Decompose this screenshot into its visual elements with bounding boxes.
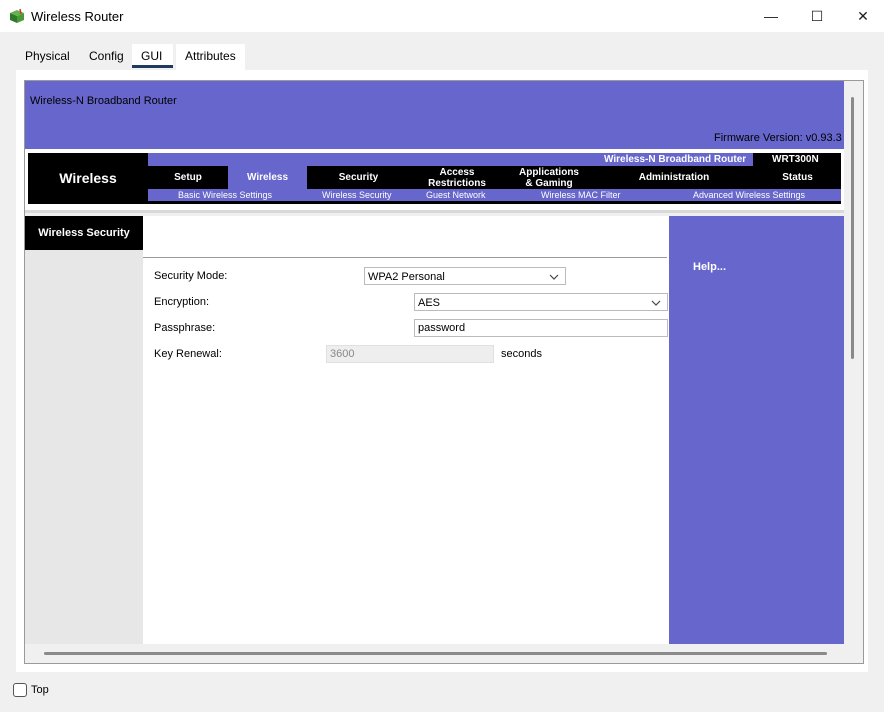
horizontal-scrollbar[interactable] xyxy=(44,652,827,655)
help-link[interactable]: Help... xyxy=(693,261,726,273)
subnav-basic-wireless-settings[interactable]: Basic Wireless Settings xyxy=(178,189,272,201)
subnav-guest-network[interactable]: Guest Network xyxy=(426,189,486,201)
key-renewal-unit: seconds xyxy=(501,348,542,360)
passphrase-label: Passphrase: xyxy=(154,322,216,334)
close-button[interactable]: ✕ xyxy=(840,0,884,32)
security-mode-value: WPA2 Personal xyxy=(368,271,445,283)
passphrase-input[interactable]: password xyxy=(414,319,668,337)
router-header-title: Wireless-N Broadband Router xyxy=(30,95,177,107)
nav-administration[interactable]: Administration xyxy=(594,166,754,189)
window-title: Wireless Router xyxy=(31,9,124,24)
chevron-down-icon xyxy=(549,268,559,293)
nav-setup[interactable]: Setup xyxy=(148,166,228,189)
product-name: Wireless-N Broadband Router xyxy=(604,154,747,165)
tab-attributes[interactable]: Attributes xyxy=(176,44,245,70)
key-renewal-label: Key Renewal: xyxy=(154,348,222,360)
security-mode-label: Security Mode: xyxy=(154,270,228,282)
security-mode-select[interactable]: WPA2 Personal xyxy=(364,267,566,285)
divider xyxy=(25,210,844,213)
router-app-icon xyxy=(9,8,25,24)
minimize-icon: — xyxy=(764,8,778,24)
tab-config[interactable]: Config xyxy=(80,44,133,68)
tab-gui[interactable]: GUI xyxy=(132,44,173,68)
top-checkbox[interactable] xyxy=(13,683,27,697)
maximize-icon: ☐ xyxy=(810,7,824,24)
nav-security[interactable]: Security xyxy=(307,166,410,189)
nav-wireless[interactable]: Wireless xyxy=(228,166,307,189)
encryption-label: Encryption: xyxy=(154,296,210,308)
vertical-scrollbar[interactable] xyxy=(851,97,854,359)
top-checkbox-label: Top xyxy=(31,684,49,696)
nav-status[interactable]: Status xyxy=(754,166,841,189)
subnav-wireless-mac-filter[interactable]: Wireless MAC Filter xyxy=(541,189,621,201)
left-panel xyxy=(25,216,143,644)
key-renewal-input[interactable]: 3600 xyxy=(326,345,494,363)
section-label: Wireless xyxy=(59,169,117,186)
minimize-button[interactable]: — xyxy=(748,0,794,32)
page-section-title: Wireless Security xyxy=(25,216,143,250)
maximize-button[interactable]: ☐ xyxy=(794,0,840,32)
nav-applications-gaming[interactable]: Applications & Gaming xyxy=(504,166,594,189)
form-divider xyxy=(143,257,667,258)
encryption-select[interactable]: AES xyxy=(414,293,668,311)
firmware-version: Firmware Version: v0.93.3 xyxy=(714,132,842,144)
help-panel xyxy=(669,216,844,644)
subnav-advanced-wireless-settings[interactable]: Advanced Wireless Settings xyxy=(693,189,805,201)
subnav-wireless-security[interactable]: Wireless Security xyxy=(322,189,392,201)
chevron-down-icon xyxy=(651,294,661,319)
nav-access-restrictions[interactable]: Access Restrictions xyxy=(410,166,504,189)
close-icon: ✕ xyxy=(857,7,869,24)
tab-physical[interactable]: Physical xyxy=(16,44,79,68)
model-name: WRT300N xyxy=(772,154,819,165)
encryption-value: AES xyxy=(418,297,441,309)
